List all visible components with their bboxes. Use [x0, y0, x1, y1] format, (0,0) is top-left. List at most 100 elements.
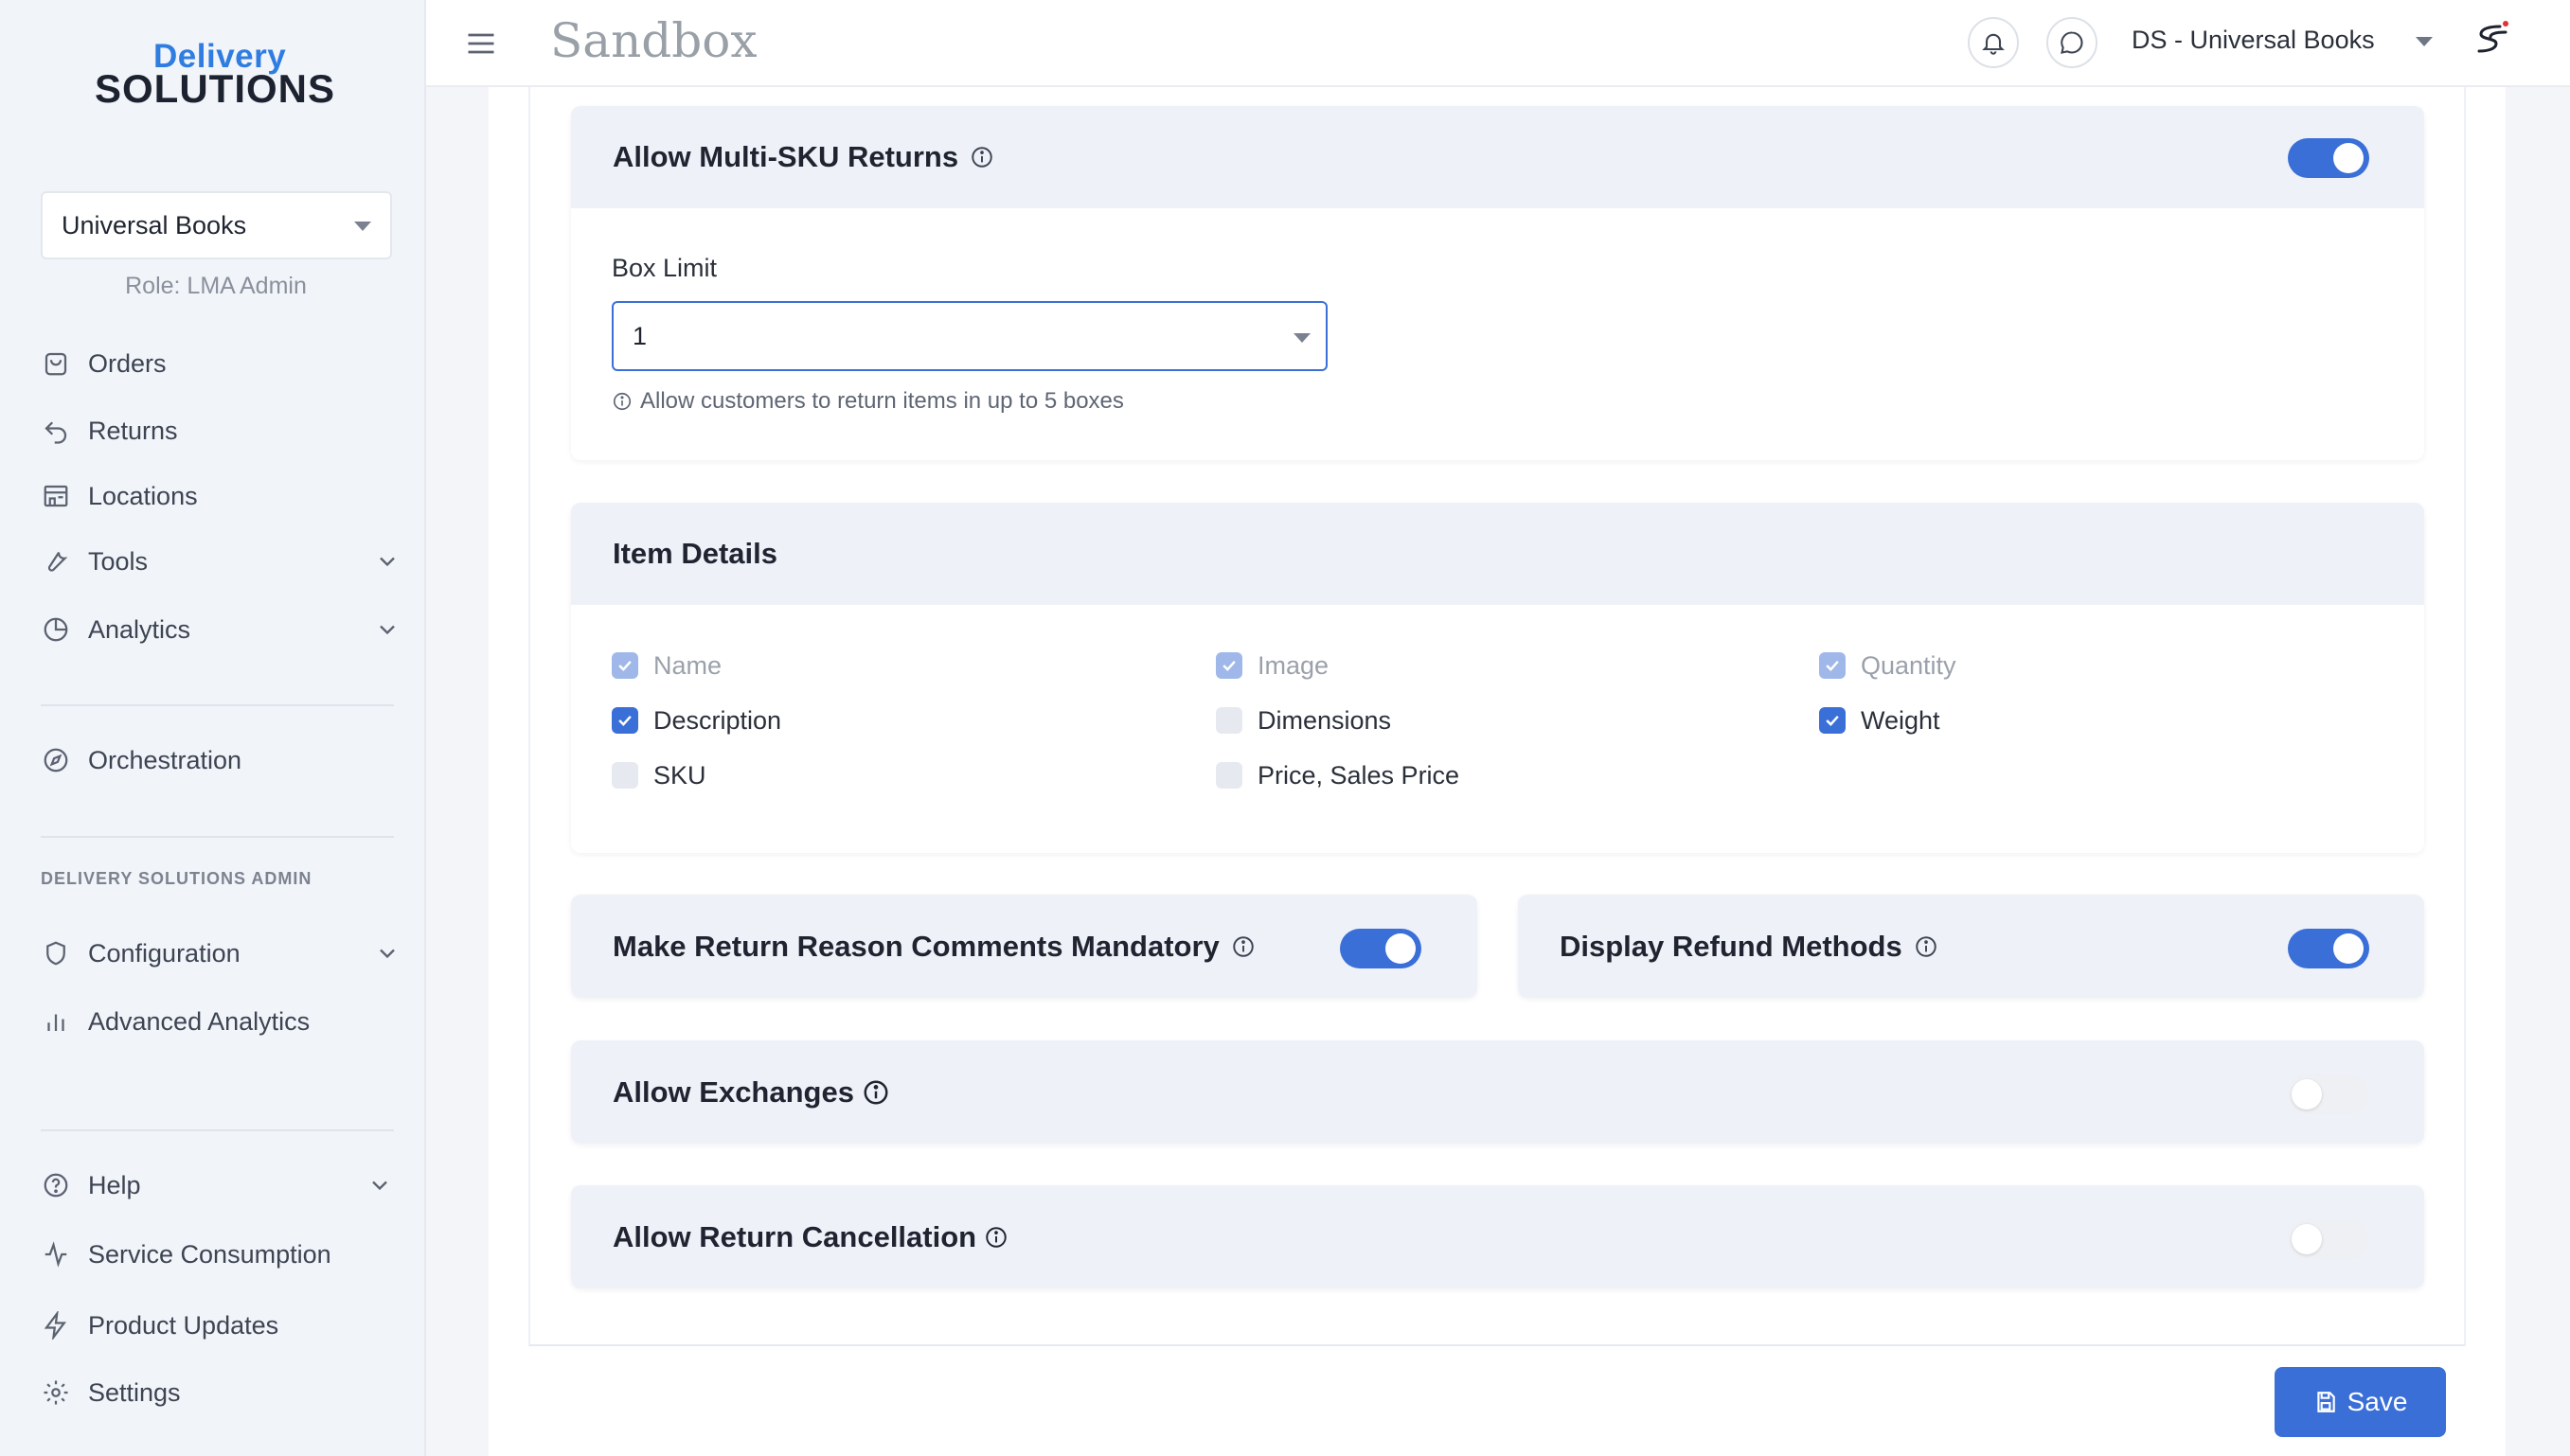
logo-text-bottom: SOLUTIONS: [95, 66, 336, 111]
sidebar-item-advanced-analytics[interactable]: Advanced Analytics: [41, 999, 401, 1044]
delivery-solutions-icon[interactable]: [2468, 15, 2517, 64]
info-icon[interactable]: [970, 145, 994, 169]
bar-chart-icon: [41, 1006, 71, 1037]
toggle-knob: [2292, 1224, 2322, 1254]
sidebar-divider: [41, 836, 394, 838]
hint-text: Allow customers to return items in up to…: [640, 388, 1124, 414]
sidebar-item-label: Orders: [88, 348, 167, 378]
sidebar-item-analytics[interactable]: Analytics: [41, 607, 401, 652]
checkbox-label: Price, Sales Price: [1258, 760, 1460, 790]
gear-icon: [41, 1377, 71, 1408]
card-title: Display Refund Methods: [1560, 895, 1938, 998]
sidebar-item-label: Tools: [88, 546, 149, 576]
multi-sku-toggle[interactable]: [2288, 138, 2369, 178]
sidebar-item-orders[interactable]: Orders: [41, 341, 401, 386]
refund-methods-card: Display Refund Methods: [1518, 895, 2424, 998]
sidebar-item-returns[interactable]: Returns: [41, 408, 401, 453]
info-icon[interactable]: [1914, 934, 1938, 959]
checkbox: [1216, 707, 1242, 734]
checkmark-icon: [1223, 660, 1236, 671]
checkbox: [612, 707, 638, 734]
chevron-down-icon[interactable]: [374, 940, 401, 967]
save-button[interactable]: Save: [2275, 1367, 2446, 1437]
checkmark-icon: [618, 715, 632, 726]
field-name-checkbox[interactable]: Name: [612, 649, 722, 682]
cancellation-toggle[interactable]: [2288, 1219, 2369, 1259]
info-icon[interactable]: [1231, 934, 1256, 959]
refund-methods-toggle[interactable]: [2288, 929, 2369, 968]
card-title: Allow Return Cancellation: [613, 1185, 1008, 1288]
pie-chart-icon: [41, 614, 71, 645]
card-title-text: Allow Exchanges: [613, 1074, 854, 1109]
user-role: Role: LMA Admin: [125, 273, 307, 299]
checkbox-label: Image: [1258, 650, 1330, 680]
field-description-checkbox[interactable]: Description: [612, 704, 781, 737]
chevron-down-icon[interactable]: [374, 548, 401, 575]
field-weight-checkbox[interactable]: Weight: [1819, 704, 1940, 737]
menu-icon[interactable]: [464, 27, 498, 61]
info-icon[interactable]: [862, 1078, 890, 1107]
store-icon: [41, 481, 71, 511]
activity-icon: [41, 1239, 71, 1270]
sidebar-item-locations[interactable]: Locations: [41, 473, 401, 519]
caret-down-icon: [1294, 333, 1311, 343]
card-title: Make Return Reason Comments Mandatory: [613, 895, 1256, 998]
delivery-solutions-logo[interactable]: Delivery SOLUTIONS: [95, 38, 341, 114]
sidebar-item-label: Orchestration: [88, 745, 242, 774]
checkbox-label: Weight: [1861, 705, 1940, 735]
checkbox: [1819, 707, 1846, 734]
chat-bubble-icon: [2061, 31, 2083, 54]
sidebar-item-product-updates[interactable]: Product Updates: [41, 1303, 401, 1348]
field-quantity-checkbox[interactable]: Quantity: [1819, 649, 1956, 682]
chevron-down-icon[interactable]: [374, 616, 401, 643]
organization-select[interactable]: Universal Books: [41, 191, 392, 259]
card-title-text: Allow Return Cancellation: [613, 1219, 977, 1253]
caret-down-icon[interactable]: [2416, 37, 2433, 46]
comments-mandatory-card: Make Return Reason Comments Mandatory: [571, 895, 1477, 998]
box-limit-label: Box Limit: [612, 254, 718, 282]
exchanges-toggle[interactable]: [2288, 1074, 2369, 1114]
sidebar-item-service-consumption[interactable]: Service Consumption: [41, 1232, 401, 1277]
toggle-knob: [1385, 933, 1416, 964]
chevron-down-icon[interactable]: [366, 1172, 393, 1199]
comments-mandatory-toggle[interactable]: [1340, 929, 1421, 968]
info-icon: [613, 392, 632, 411]
sidebar-item-label: Returns: [88, 416, 178, 445]
floppy-disk-icon: [2316, 1392, 2335, 1412]
sidebar-item-configuration[interactable]: Configuration: [41, 931, 401, 976]
checkmark-icon: [1826, 715, 1839, 726]
sidebar: Delivery SOLUTIONS Universal Books Role:…: [0, 0, 426, 1456]
checkbox-label: Name: [653, 650, 723, 680]
account-name[interactable]: DS - Universal Books: [2132, 26, 2375, 55]
sidebar-item-label: Service Consumption: [88, 1239, 331, 1269]
sidebar-divider: [41, 704, 394, 706]
field-dimensions-checkbox[interactable]: Dimensions: [1216, 704, 1391, 737]
checkbox: [612, 652, 638, 679]
save-button-label: Save: [2347, 1387, 2408, 1416]
card-title: Allow Exchanges: [613, 1040, 890, 1144]
field-image-checkbox[interactable]: Image: [1216, 649, 1329, 682]
checkbox: [612, 762, 638, 789]
sidebar-item-settings[interactable]: Settings: [41, 1370, 401, 1415]
lightning-icon: [41, 1310, 71, 1341]
sidebar-item-label: Settings: [88, 1377, 181, 1407]
compass-icon: [41, 745, 71, 775]
messages-button[interactable]: [2046, 17, 2097, 68]
return-arrow-icon: [41, 416, 71, 446]
card-title: Item Details: [613, 537, 778, 570]
checkbox-label: SKU: [653, 760, 706, 790]
info-icon[interactable]: [984, 1225, 1008, 1250]
field-sku-checkbox[interactable]: SKU: [612, 759, 706, 791]
notifications-button[interactable]: [1968, 17, 2019, 68]
checkmark-icon: [618, 660, 632, 671]
sidebar-divider: [41, 1129, 394, 1131]
field-price-checkbox[interactable]: Price, Sales Price: [1216, 759, 1459, 791]
card-title-text: Make Return Reason Comments Mandatory: [613, 929, 1220, 963]
sidebar-item-help[interactable]: Help: [41, 1163, 401, 1208]
sidebar-item-label: Product Updates: [88, 1310, 279, 1340]
bag-icon: [41, 348, 71, 379]
sidebar-item-orchestration[interactable]: Orchestration: [41, 737, 401, 783]
sidebar-item-tools[interactable]: Tools: [41, 539, 401, 584]
cancellation-card: Allow Return Cancellation: [571, 1185, 2424, 1288]
box-limit-select[interactable]: 1: [612, 301, 1328, 371]
